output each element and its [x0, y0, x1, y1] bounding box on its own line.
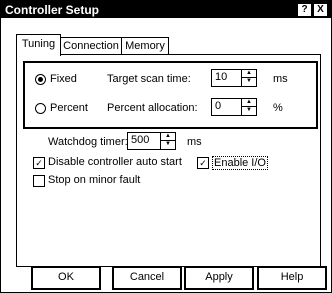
spin-up-icon[interactable]: ▲ [242, 70, 256, 77]
tab-tuning[interactable]: Tuning [16, 34, 61, 56]
percent-alloc-spinner[interactable]: 0 ▲ ▼ [211, 98, 257, 116]
target-scan-label: Target scan time: [107, 73, 191, 85]
spinner-arrows[interactable]: ▲ ▼ [160, 133, 175, 149]
close-icon[interactable]: X [313, 3, 328, 17]
stop-minor-fault-checkbox[interactable] [33, 175, 45, 187]
disable-auto-start-checkbox[interactable]: ✓ [33, 157, 45, 169]
spin-down-icon[interactable]: ▼ [242, 106, 256, 114]
spin-down-icon[interactable]: ▼ [161, 140, 175, 148]
target-scan-unit: ms [273, 73, 288, 85]
watchdog-unit: ms [187, 136, 202, 148]
radio-selected-dot [38, 77, 43, 82]
percent-alloc-unit: % [273, 102, 283, 114]
percent-radio[interactable] [35, 103, 46, 114]
ok-button[interactable]: OK [31, 266, 101, 290]
title-bar: Controller Setup ? X [1, 1, 331, 18]
target-scan-value: 10 [215, 71, 228, 83]
tuning-panel: Fixed Target scan time: 10 ▲ ▼ ms Percen… [16, 54, 321, 267]
spin-up-icon[interactable]: ▲ [161, 133, 175, 140]
fixed-radio[interactable] [35, 74, 46, 85]
percent-alloc-label: Percent allocation: [107, 102, 198, 114]
stop-minor-fault-label: Stop on minor fault [48, 174, 141, 186]
scan-mode-group: Fixed Target scan time: 10 ▲ ▼ ms Percen… [23, 61, 318, 129]
dialog-title: Controller Setup [5, 3, 100, 17]
percent-label: Percent [50, 102, 88, 114]
tab-connection[interactable]: Connection [60, 37, 122, 55]
tab-memory[interactable]: Memory [121, 37, 169, 55]
apply-button[interactable]: Apply [184, 266, 254, 290]
disable-auto-start-label: Disable controller auto start [48, 156, 182, 168]
target-scan-spinner[interactable]: 10 ▲ ▼ [211, 69, 257, 87]
enable-io-checkbox[interactable]: ✓ [197, 157, 209, 169]
watchdog-value: 500 [131, 134, 150, 146]
spinner-arrows[interactable]: ▲ ▼ [241, 70, 256, 86]
cancel-button[interactable]: Cancel [112, 266, 182, 290]
percent-alloc-value: 0 [215, 100, 222, 112]
watchdog-spinner[interactable]: 500 ▲ ▼ [127, 132, 176, 150]
fixed-label: Fixed [50, 73, 77, 85]
help-title-button[interactable]: ? [297, 3, 312, 17]
spinner-arrows[interactable]: ▲ ▼ [241, 99, 256, 115]
help-button[interactable]: Help [257, 266, 327, 290]
watchdog-label: Watchdog timer: [48, 136, 128, 148]
enable-io-label: Enable I/O [212, 156, 268, 170]
spin-down-icon[interactable]: ▼ [242, 77, 256, 85]
controller-setup-dialog: Controller Setup ? X Tuning Connection M… [0, 0, 332, 293]
spin-up-icon[interactable]: ▲ [242, 99, 256, 106]
